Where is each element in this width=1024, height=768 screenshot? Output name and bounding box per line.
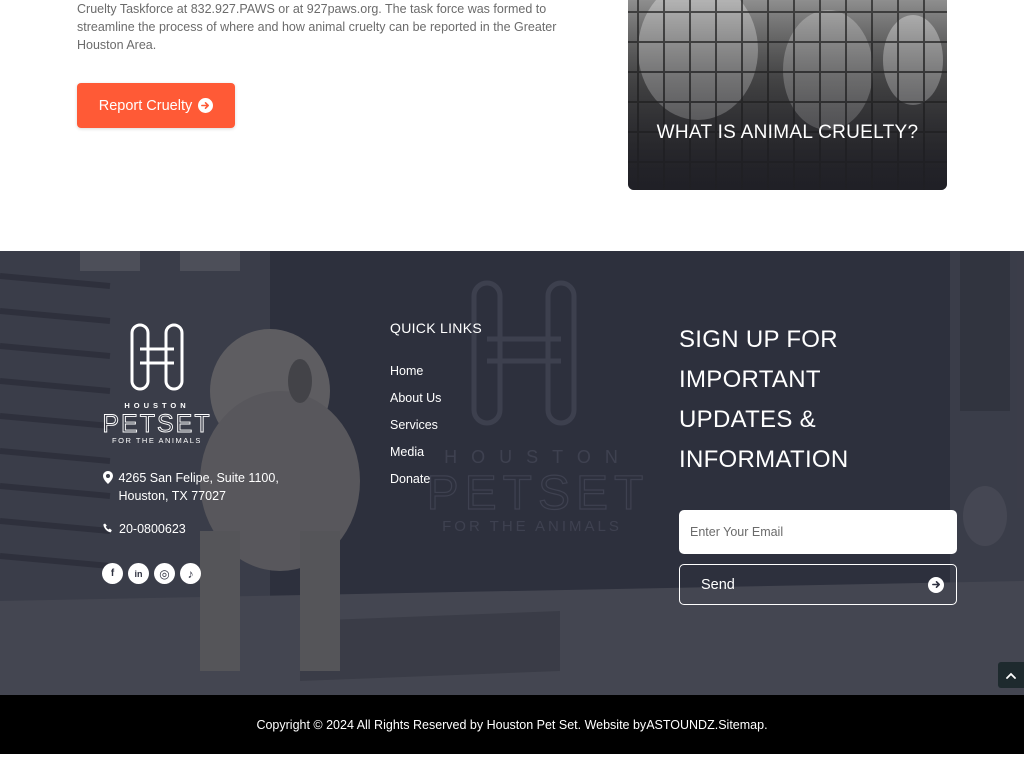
intro-line: streamline the process of where and how … xyxy=(77,20,557,34)
email-input[interactable] xyxy=(679,510,957,554)
signup-heading-line: SIGN UP FOR xyxy=(679,326,838,353)
quick-link-donate[interactable]: Donate xyxy=(390,470,441,497)
intro-line: Houston Area. xyxy=(77,38,157,52)
quick-links-heading: QUICK LINKS xyxy=(390,320,482,336)
quick-links-list: Home About Us Services Media Donate xyxy=(390,362,441,497)
instagram-icon[interactable]: ◎ xyxy=(154,563,175,584)
send-label: Send xyxy=(701,576,735,593)
signup-heading-line: UPDATES & xyxy=(679,406,816,433)
chevron-up-icon xyxy=(1006,666,1016,684)
intro-line: Cruelty Taskforce at 832.927.PAWS or at … xyxy=(77,2,547,16)
facebook-icon[interactable]: f xyxy=(102,563,123,584)
page-bottom-strip xyxy=(0,754,1024,768)
logo-main-text: PETSET xyxy=(102,410,211,438)
footer-phone[interactable]: 20-0800623 xyxy=(103,522,186,536)
quick-link-about-us[interactable]: About Us xyxy=(390,389,441,416)
intro-paragraph: Cruelty Taskforce at 832.927.PAWS or at … xyxy=(77,0,577,54)
content-section: Cruelty Taskforce at 832.927.PAWS or at … xyxy=(0,0,1024,251)
site-footer: HOUSTON PETSET FOR THE ANIMALS HOUSTON P… xyxy=(0,251,1024,695)
report-cruelty-button[interactable]: Report Cruelty xyxy=(77,83,235,128)
address-line-1: 4265 San Felipe, Suite 1100, xyxy=(118,471,279,485)
send-button[interactable]: Send xyxy=(679,564,957,605)
linkedin-icon[interactable]: in xyxy=(128,563,149,584)
arrow-right-circle-icon xyxy=(928,576,944,593)
report-cruelty-label: Report Cruelty xyxy=(98,97,193,114)
signup-heading: SIGN UP FOR IMPORTANT UPDATES & INFORMAT… xyxy=(679,320,919,480)
phone-number: 20-0800623 xyxy=(119,522,186,536)
footer-address: 4265 San Felipe, Suite 1100, Houston, TX… xyxy=(103,469,323,505)
logo-top-text: HOUSTON xyxy=(124,401,189,410)
copyright-suffix: . xyxy=(764,717,768,732)
caged-animal-image xyxy=(628,0,947,190)
quick-link-media[interactable]: Media xyxy=(390,443,441,470)
social-links: f in ◎ ♪ xyxy=(102,563,201,584)
animal-cruelty-card[interactable]: WHAT IS ANIMAL CRUELTY? xyxy=(628,0,947,190)
copyright-text: Copyright © 2024 All Rights Reserved by … xyxy=(256,717,647,732)
arrow-right-circle-icon xyxy=(198,98,214,113)
agency-link[interactable]: ASTOUNDZ xyxy=(646,718,715,732)
logo-sub-text: FOR THE ANIMALS xyxy=(112,436,202,445)
card-title: WHAT IS ANIMAL CRUELTY? xyxy=(656,122,919,143)
location-pin-icon xyxy=(103,471,115,489)
scroll-to-top-button[interactable] xyxy=(998,662,1024,688)
houston-petset-logo[interactable]: HOUSTON PETSET FOR THE ANIMALS xyxy=(101,323,213,445)
signup-heading-line: INFORMATION xyxy=(679,446,849,473)
phone-icon xyxy=(103,522,113,536)
address-line-2: Houston, TX 77027 xyxy=(118,489,226,503)
sitemap-link[interactable]: Sitemap xyxy=(718,718,764,732)
quick-link-home[interactable]: Home xyxy=(390,362,441,389)
copyright-bar: Copyright © 2024 All Rights Reserved by … xyxy=(0,695,1024,754)
signup-heading-line: IMPORTANT xyxy=(679,366,821,393)
tiktok-icon[interactable]: ♪ xyxy=(180,563,201,584)
quick-link-services[interactable]: Services xyxy=(390,416,441,443)
